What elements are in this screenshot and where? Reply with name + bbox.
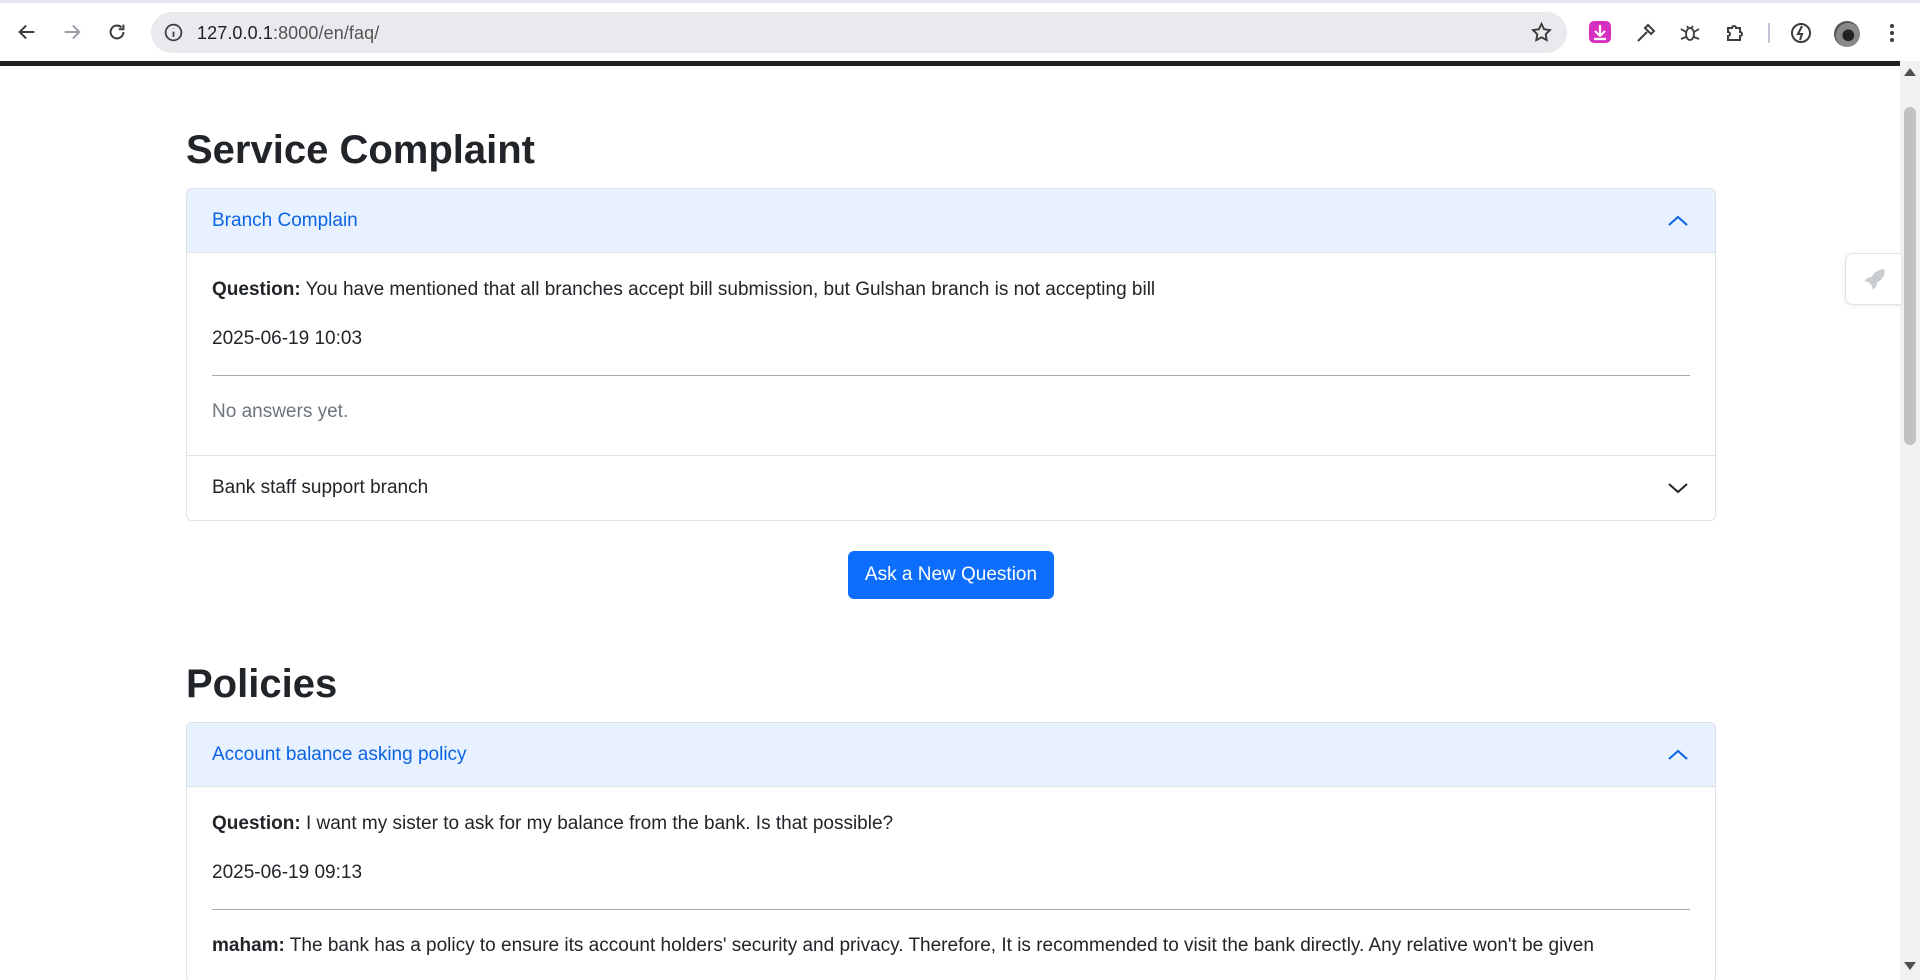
question-timestamp: 2025-06-19 10:03	[212, 328, 363, 349]
puzzle-extensions-icon[interactable]	[1723, 21, 1747, 45]
back-button[interactable]	[13, 18, 41, 46]
reload-icon	[109, 24, 125, 40]
toolbar-separator	[1768, 23, 1770, 43]
scroll-up-arrow-icon[interactable]	[1904, 68, 1916, 76]
accordion-item: Branch Complain Question: You have menti…	[187, 189, 1715, 425]
url-host: 127.0.0.1	[197, 23, 273, 43]
answer-author: maham:	[212, 935, 285, 956]
no-answers-text: No answers yet.	[212, 401, 349, 422]
question-content: I want my sister to ask for my balance f…	[305, 813, 894, 834]
accordion-header-label: Branch Complain	[212, 209, 358, 231]
info-icon[interactable]	[163, 22, 184, 43]
question-text: Question: You have mentioned that all br…	[212, 277, 1690, 303]
scroll-down-arrow-icon[interactable]	[1904, 962, 1916, 970]
accordion-header-label: Bank staff support branch	[212, 477, 429, 498]
arrow-left-icon	[18, 24, 35, 40]
question-label: Question:	[212, 279, 301, 300]
chevron-down-icon	[1668, 483, 1688, 494]
accordion-item: Account balance asking policy Question: …	[187, 723, 1715, 959]
accordion-policies: Account balance asking policy Question: …	[186, 722, 1716, 980]
accordion-service-complaint: Branch Complain Question: You have menti…	[186, 188, 1716, 521]
accordion-body: Question: I want my sister to ask for my…	[187, 787, 1715, 959]
accordion-header-branch-complain[interactable]: Branch Complain	[187, 189, 1715, 253]
question-text: Question: I want my sister to ask for my…	[212, 811, 1690, 837]
browser-toolbar: 127.0.0.1:8000/en/faq/	[0, 3, 1920, 61]
url-text[interactable]: 127.0.0.1:8000/en/faq/	[197, 23, 379, 44]
question-label: Question:	[212, 813, 301, 834]
bug-extension-icon[interactable]	[1678, 21, 1702, 45]
accordion-header-account-balance[interactable]: Account balance asking policy	[187, 723, 1715, 787]
answer-content: The bank has a policy to ensure its acco…	[289, 935, 1594, 956]
answer-text: maham: The bank has a policy to ensure i…	[212, 933, 1690, 959]
forward-button[interactable]	[58, 18, 86, 46]
question-content: You have mentioned that all branches acc…	[305, 279, 1156, 300]
accordion-body: Question: You have mentioned that all br…	[187, 253, 1715, 425]
arrow-right-icon	[64, 24, 81, 40]
rocket-icon	[1863, 269, 1885, 290]
scrollbar-thumb[interactable]	[1904, 107, 1916, 445]
divider	[212, 909, 1690, 910]
faq-content: Service Complaint Branch Complain Questi…	[186, 66, 1716, 980]
section-title-service-complaint: Service Complaint	[186, 128, 536, 172]
ask-new-question-button[interactable]: Ask a New Question	[847, 551, 1055, 599]
accordion-item: Bank staff support branch	[187, 455, 1715, 520]
floating-rocket-widget[interactable]	[1845, 253, 1901, 305]
address-bar[interactable]: 127.0.0.1:8000/en/faq/	[151, 12, 1567, 53]
accordion-header-bank-staff-support[interactable]: Bank staff support branch	[187, 456, 1715, 520]
question-timestamp: 2025-06-19 09:13	[212, 862, 363, 883]
speed-extension-icon[interactable]	[1789, 21, 1813, 45]
divider	[212, 375, 1690, 376]
section-title-policies: Policies	[186, 662, 338, 706]
star-icon[interactable]	[1530, 21, 1553, 44]
chevron-up-icon	[1668, 215, 1688, 226]
accordion-header-label: Account balance asking policy	[212, 743, 467, 765]
ask-button-wrap: Ask a New Question	[186, 551, 1716, 599]
chevron-up-icon	[1668, 749, 1688, 760]
url-path: :8000/en/faq/	[272, 23, 380, 43]
eyedropper-extension-icon[interactable]	[1634, 21, 1658, 45]
kebab-menu-icon[interactable]	[1880, 21, 1904, 45]
download-extension-icon[interactable]	[1588, 20, 1612, 44]
profile-avatar[interactable]	[1834, 21, 1860, 47]
reload-button[interactable]	[103, 18, 131, 46]
